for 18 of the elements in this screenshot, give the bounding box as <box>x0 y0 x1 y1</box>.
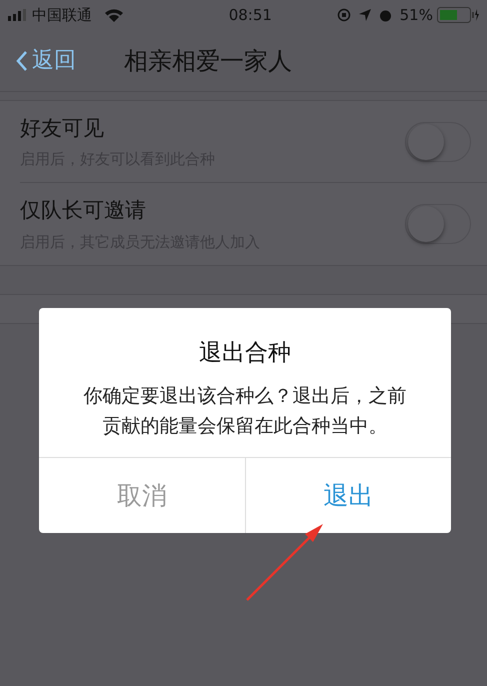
chevron-left-icon <box>16 50 28 72</box>
location-icon <box>358 9 371 21</box>
rotation-lock-icon <box>336 8 351 22</box>
signal-icon <box>8 9 28 21</box>
toggle-switch[interactable] <box>405 204 471 244</box>
clock-time: 08:51 <box>228 4 272 26</box>
setting-title: 好友可见 <box>20 114 105 142</box>
battery-icon <box>436 7 479 23</box>
back-button[interactable]: 返回 <box>16 44 76 77</box>
battery-percent: 51% <box>400 4 433 26</box>
toggle-switch[interactable] <box>405 122 471 162</box>
page-title: 相亲相爱一家人 <box>124 46 292 76</box>
dialog-message: 你确定要退出该合种么？退出后，之前贡献的能量会保留在此合种当中。 <box>82 384 408 439</box>
carrier-name: 中国联通 <box>32 4 92 26</box>
dialog-title: 退出合种 <box>198 339 292 368</box>
setting-title: 仅队长可邀请 <box>20 197 147 224</box>
wifi-icon <box>104 8 124 22</box>
cancel-button[interactable]: 取消 <box>39 458 244 534</box>
